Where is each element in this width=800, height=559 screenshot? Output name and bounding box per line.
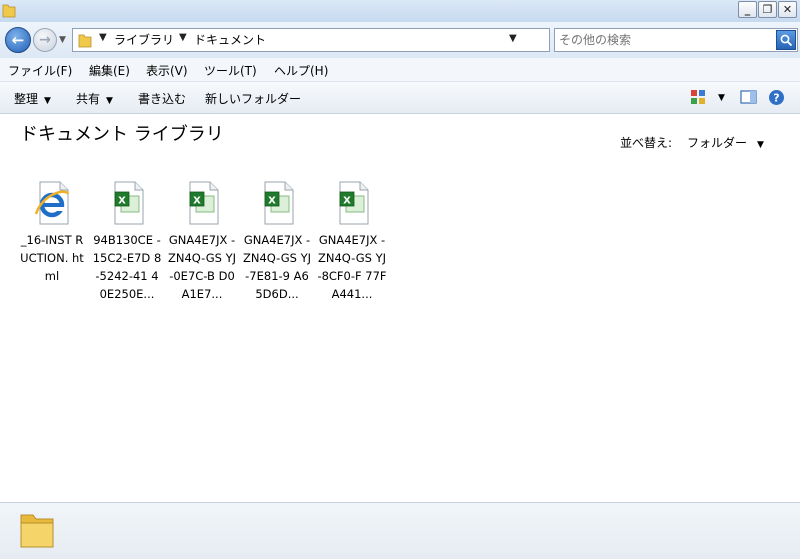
file-item[interactable]: X GNA4E7JX -ZN4Q-GS YJ-0E7C-B D0A1E7... bbox=[167, 180, 237, 303]
svg-text:X: X bbox=[193, 196, 201, 207]
excel-file-icon: X bbox=[189, 181, 219, 225]
close-button[interactable]: ✕ bbox=[778, 1, 797, 18]
navigation-bar: ← → ▼ ▼ ライブラリ ▼ ドキュメント ▼ ↻ bbox=[0, 22, 800, 58]
view-options-dropdown[interactable]: ▼ bbox=[718, 93, 725, 103]
menu-edit[interactable]: 編集(E) bbox=[89, 62, 130, 79]
menu-tools[interactable]: ツール(T) bbox=[204, 62, 257, 79]
chevron-down-icon: ▼ bbox=[44, 96, 51, 106]
menu-file[interactable]: ファイル(F) bbox=[8, 62, 72, 79]
internet-explorer-icon bbox=[34, 181, 70, 225]
file-name: 94B130CE -15C2-E7D 8-5242-41 40E250E... bbox=[92, 233, 162, 301]
excel-file-icon: X bbox=[114, 181, 144, 225]
organize-button[interactable]: 整理 ▼ bbox=[14, 90, 51, 107]
file-list-pane: ドキュメント ライブラリ 並べ替え: フォルダー ▼ _16-INST RUCTI… bbox=[0, 114, 800, 502]
breadcrumb-item-library[interactable]: ライブラリ bbox=[114, 31, 174, 48]
view-options-icon[interactable] bbox=[690, 89, 706, 105]
search-icon bbox=[780, 34, 792, 46]
menu-view[interactable]: 表示(V) bbox=[146, 62, 188, 79]
folder-icon bbox=[20, 514, 54, 548]
command-bar: 整理 ▼ 共有 ▼ 書き込む 新しいフォルダー ▼ ? bbox=[0, 82, 800, 114]
details-pane bbox=[0, 502, 800, 559]
search-input[interactable] bbox=[559, 31, 769, 49]
new-folder-button[interactable]: 新しいフォルダー bbox=[205, 90, 301, 107]
help-icon[interactable]: ? bbox=[768, 89, 785, 106]
file-item[interactable]: X GNA4E7JX -ZN4Q-GS YJ-8CF0-F 77FA441... bbox=[317, 180, 387, 303]
excel-file-icon: X bbox=[264, 181, 294, 225]
organize-label: 整理 bbox=[14, 92, 39, 106]
sort-label: 並べ替え: bbox=[620, 136, 673, 150]
arrow-left-icon: ← bbox=[11, 31, 25, 49]
folder-icon bbox=[2, 4, 16, 18]
svg-text:X: X bbox=[268, 196, 276, 207]
address-bar[interactable]: ▼ ライブラリ ▼ ドキュメント ▼ ↻ bbox=[72, 28, 620, 52]
svg-text:X: X bbox=[343, 196, 351, 207]
svg-text:?: ? bbox=[773, 92, 779, 105]
breadcrumb-chevron-icon[interactable]: ▼ bbox=[179, 32, 187, 43]
title-bar: _ ❐ ✕ bbox=[0, 0, 800, 22]
burn-button[interactable]: 書き込む bbox=[138, 90, 186, 107]
file-name: _16-INST RUCTION. html bbox=[20, 233, 84, 283]
share-button[interactable]: 共有 ▼ bbox=[76, 90, 113, 107]
file-name: GNA4E7JX -ZN4Q-GS YJ-8CF0-F 77FA441... bbox=[317, 233, 387, 301]
minimize-button[interactable]: _ bbox=[738, 1, 757, 18]
sort-value: フォルダー bbox=[687, 136, 748, 150]
breadcrumb-chevron-icon[interactable]: ▼ bbox=[99, 32, 107, 43]
recent-pages-dropdown[interactable]: ▼ bbox=[59, 35, 66, 45]
forward-button[interactable]: → bbox=[33, 28, 57, 52]
svg-text:X: X bbox=[118, 196, 126, 207]
folder-icon bbox=[78, 34, 92, 48]
arrow-right-icon: → bbox=[39, 32, 51, 48]
excel-file-icon: X bbox=[339, 181, 369, 225]
menu-help[interactable]: ヘルプ(H) bbox=[274, 62, 328, 79]
search-box[interactable] bbox=[554, 28, 798, 52]
file-item[interactable]: _16-INST RUCTION. html bbox=[17, 180, 87, 285]
file-item[interactable]: X GNA4E7JX -ZN4Q-GS YJ-7E81-9 A65D6D... bbox=[242, 180, 312, 303]
maximize-button[interactable]: ❐ bbox=[758, 1, 777, 18]
chevron-down-icon: ▼ bbox=[106, 96, 113, 106]
chevron-down-icon: ▼ bbox=[757, 140, 764, 150]
sort-dropdown[interactable]: フォルダー ▼ bbox=[687, 134, 764, 151]
menu-bar: ファイル(F) 編集(E) 表示(V) ツール(T) ヘルプ(H) bbox=[0, 58, 800, 82]
file-name: GNA4E7JX -ZN4Q-GS YJ-7E81-9 A65D6D... bbox=[242, 233, 312, 301]
file-item[interactable]: X 94B130CE -15C2-E7D 8-5242-41 40E250E..… bbox=[92, 180, 162, 303]
library-title: ドキュメント ライブラリ bbox=[20, 124, 224, 145]
share-label: 共有 bbox=[76, 92, 101, 106]
file-name: GNA4E7JX -ZN4Q-GS YJ-0E7C-B D0A1E7... bbox=[167, 233, 237, 301]
preview-pane-icon[interactable] bbox=[740, 89, 757, 105]
address-history-dropdown[interactable]: ▼ bbox=[509, 33, 517, 44]
search-button[interactable] bbox=[776, 30, 796, 50]
back-button[interactable]: ← bbox=[5, 27, 31, 53]
breadcrumb-item-documents[interactable]: ドキュメント bbox=[194, 31, 266, 48]
